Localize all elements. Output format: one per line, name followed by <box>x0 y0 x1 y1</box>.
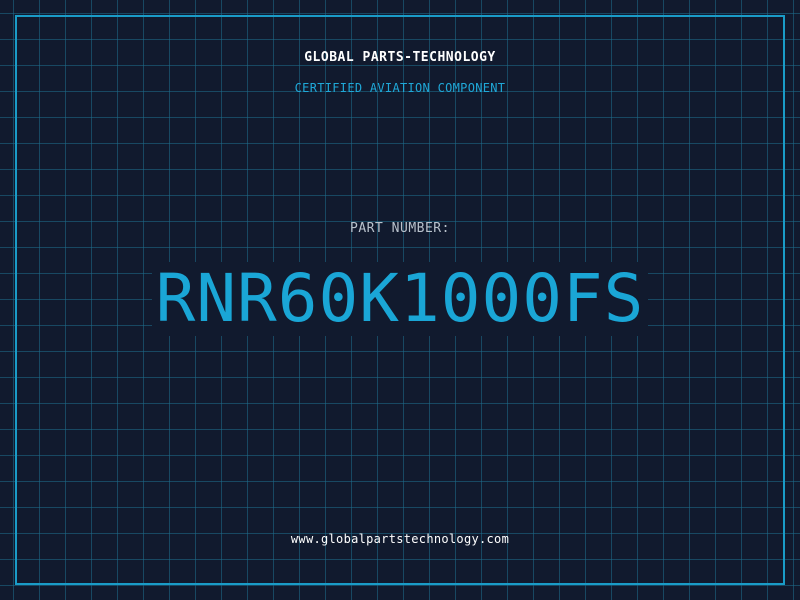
part-number-container: RNR60K1000FS <box>0 262 800 336</box>
part-number-value: RNR60K1000FS <box>151 262 649 336</box>
certification-tagline: CERTIFIED AVIATION COMPONENT <box>294 81 506 95</box>
website-url[interactable]: www.globalpartstechnology.com <box>0 532 800 546</box>
part-number-label: PART NUMBER: <box>350 221 450 236</box>
company-name: GLOBAL PARTS-TECHNOLOGY <box>304 50 496 65</box>
